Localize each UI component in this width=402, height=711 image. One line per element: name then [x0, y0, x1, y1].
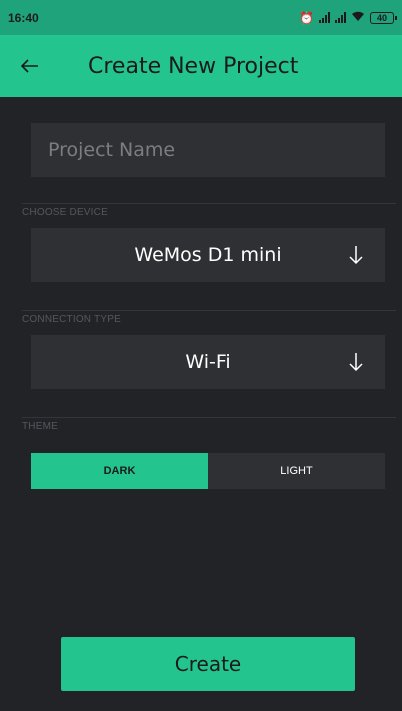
- device-value: WeMos D1 mini: [134, 244, 282, 266]
- theme-light-button[interactable]: LIGHT: [208, 453, 385, 489]
- arrow-down-icon: [349, 353, 363, 372]
- project-name-field[interactable]: [31, 123, 385, 177]
- status-icons: ⏰ 40: [299, 10, 397, 25]
- page-title: Create New Project: [88, 53, 299, 79]
- signal-icon: [319, 12, 330, 23]
- alarm-icon: ⏰: [299, 10, 314, 25]
- battery-level: 40: [376, 12, 387, 23]
- divider: [22, 203, 396, 204]
- arrow-left-icon: [21, 59, 38, 73]
- divider: [22, 310, 396, 311]
- device-dropdown[interactable]: WeMos D1 mini: [31, 228, 385, 282]
- connection-dropdown[interactable]: Wi-Fi: [31, 335, 385, 389]
- theme-dark-button[interactable]: DARK: [31, 453, 208, 489]
- status-time: 16:40: [8, 10, 39, 25]
- connection-type-label: CONNECTION TYPE: [22, 314, 121, 325]
- battery-icon: 40: [370, 11, 397, 24]
- connection-value: Wi-Fi: [185, 351, 231, 373]
- theme-toggle: DARK LIGHT: [31, 453, 385, 489]
- back-button[interactable]: [0, 35, 60, 97]
- wifi-icon: [351, 11, 365, 25]
- signal-icon-2: [335, 12, 346, 23]
- divider: [22, 417, 396, 418]
- status-bar: 16:40 ⏰ 40: [0, 0, 402, 35]
- theme-label: THEME: [22, 421, 58, 432]
- app-bar: Create New Project: [0, 35, 402, 97]
- create-button[interactable]: Create: [61, 637, 355, 691]
- project-name-input[interactable]: [48, 123, 385, 177]
- arrow-down-icon: [349, 246, 363, 265]
- choose-device-label: CHOOSE DEVICE: [22, 207, 108, 218]
